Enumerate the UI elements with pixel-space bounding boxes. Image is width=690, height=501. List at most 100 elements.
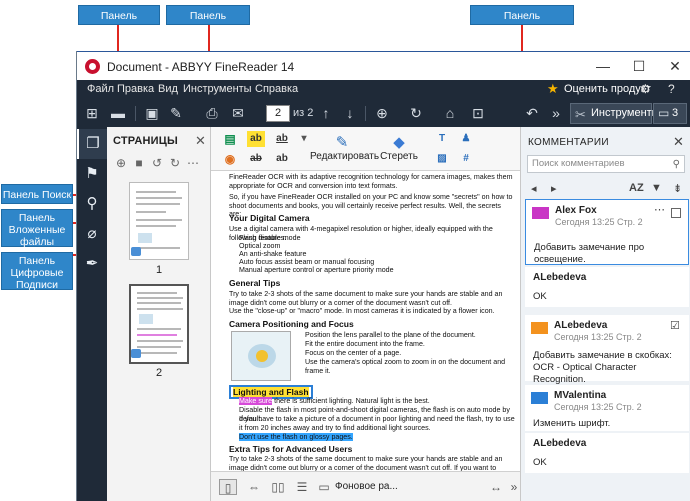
comment-card[interactable]: ALebedeva Сегодня 13:25 Стр. 2 ☑ Добавит… xyxy=(525,315,689,385)
bookmarks-panel-icon[interactable]: ⚑ xyxy=(77,159,107,189)
rate-product-link[interactable]: Оценить продукт xyxy=(564,83,651,95)
add-image-icon[interactable]: ▨ xyxy=(433,151,451,167)
fullscreen-icon[interactable]: ▭ xyxy=(315,479,333,495)
next-comment-icon[interactable]: ▸ xyxy=(551,182,557,195)
two-page-view-icon[interactable]: ▯▯ xyxy=(269,479,287,495)
signatures-panel-icon[interactable]: ✒ xyxy=(77,249,107,279)
edit-pencil-icon: ✎ xyxy=(335,134,349,151)
search-placeholder: Поиск комментариев xyxy=(532,158,625,169)
doc-bullet: Make sure there is sufficient lighting. … xyxy=(239,397,515,406)
comments-count: 3 xyxy=(672,107,679,119)
add-number-icon[interactable]: # xyxy=(457,151,475,167)
add-comment-icon[interactable]: ▤ xyxy=(221,131,239,147)
comment-card[interactable]: MValentina Сегодня 13:25 Стр. 2 Изменить… xyxy=(525,385,689,431)
add-page-panel-icon[interactable]: ⊕ xyxy=(113,155,129,171)
comment-author: ALebedeva xyxy=(554,320,608,331)
strikeout-icon[interactable]: ab xyxy=(247,151,265,167)
close-window-button[interactable]: ✕ xyxy=(662,56,688,76)
star-icon: ★ xyxy=(547,81,559,96)
doc-bullet: Manual aperture control or aperture prio… xyxy=(239,266,394,274)
menu-view[interactable]: Вид xyxy=(158,83,178,95)
page-number-input[interactable]: 2 xyxy=(266,105,290,122)
doc-paragraph: FineReader OCR with its adaptive recogni… xyxy=(229,173,513,190)
more-toolbar-icon[interactable]: » xyxy=(547,104,565,122)
recognize-icon[interactable]: ⌂ xyxy=(441,104,459,122)
page-count-label: из 2 xyxy=(293,107,314,119)
close-pages-panel-icon[interactable]: ✕ xyxy=(195,133,206,149)
bullet-text: there is sufficient lighting. Natural li… xyxy=(272,397,430,405)
title-bar: Document - ABBYY FineReader 14 — ☐ ✕ xyxy=(77,51,690,80)
underline-icon[interactable]: ab xyxy=(273,131,291,147)
insert-text-icon[interactable]: ab xyxy=(273,151,291,167)
comment-more-icon[interactable]: ⋯ xyxy=(654,203,665,216)
next-page-icon[interactable]: ↓ xyxy=(341,104,359,122)
compare-icon[interactable]: ⊡ xyxy=(469,104,487,122)
save-icon[interactable]: ▣ xyxy=(143,104,161,122)
fit-width-icon[interactable]: ⇔ xyxy=(245,479,263,495)
attachments-panel-icon[interactable]: ⌀ xyxy=(77,219,107,249)
maximize-button[interactable]: ☐ xyxy=(626,56,652,76)
open-folder-icon[interactable]: ▬ xyxy=(109,104,127,122)
pages-panel-icon[interactable]: ❐ xyxy=(77,129,107,159)
doc-bullet: Use the camera's optical zoom to zoom in… xyxy=(305,358,506,375)
comment-text: Добавить замечание в скобках: OCR - Opti… xyxy=(533,350,672,385)
comment-bubble-icon: ▭ xyxy=(658,106,670,120)
doc-bullet: Fit the entire document into the frame. xyxy=(305,340,425,348)
previous-comment-icon[interactable]: ◂ xyxy=(531,182,537,195)
edit-button[interactable]: ✎ Редактировать xyxy=(310,133,379,169)
highlight-icon[interactable]: ab xyxy=(247,131,265,147)
print-icon[interactable]: ⎙ xyxy=(203,104,221,122)
filter-icon[interactable]: ▼ xyxy=(651,182,662,194)
menu-help[interactable]: Справка xyxy=(255,83,298,95)
tools-button[interactable]: ✂ Инструменты xyxy=(570,103,660,124)
single-page-view-icon[interactable]: ▯ xyxy=(219,479,237,495)
comment-checkbox[interactable] xyxy=(671,208,681,218)
settings-gear-icon[interactable]: ⚙ xyxy=(640,82,651,96)
minimize-button[interactable]: — xyxy=(590,56,616,76)
help-question-icon[interactable]: ? xyxy=(668,82,675,96)
comments-panel-title: КОММЕНТАРИИ xyxy=(528,137,609,148)
delete-page-icon[interactable]: ■ xyxy=(131,155,147,171)
scroll-view-icon[interactable]: ☰ xyxy=(293,479,311,495)
zoom-width-icon[interactable]: ↔ xyxy=(487,479,505,495)
comment-reply[interactable]: ALebedeva OK xyxy=(525,267,689,307)
email-icon[interactable]: ✉ xyxy=(229,104,247,122)
comment-marker-icon xyxy=(131,349,141,358)
add-signature-icon[interactable]: ♟ xyxy=(457,131,475,147)
stamp-icon[interactable]: ◉ xyxy=(221,151,239,167)
save-as-icon[interactable]: ✎ xyxy=(167,104,185,122)
add-page-icon[interactable]: ⊕ xyxy=(373,104,391,122)
pages-panel-title: СТРАНИЦЫ xyxy=(113,135,178,147)
more-icon[interactable]: ⋯ xyxy=(185,155,201,171)
menu-tools[interactable]: Инструменты xyxy=(183,83,252,95)
menu-file[interactable]: Файл xyxy=(87,83,114,95)
comments-toggle-button[interactable]: ▭ 3 xyxy=(653,103,687,124)
sort-icon[interactable]: AZ xyxy=(629,182,644,194)
text-box-icon[interactable]: T xyxy=(433,131,451,147)
doc-heading: Extra Tips for Advanced Users xyxy=(229,444,353,454)
comment-text: Изменить шрифт. xyxy=(533,418,611,429)
rotate-icon[interactable]: ↻ xyxy=(407,104,425,122)
reply-text: OK xyxy=(533,457,547,468)
rotate-right-icon[interactable]: ↻ xyxy=(167,155,183,171)
comment-reply[interactable]: ALebedeva OK xyxy=(525,433,689,473)
doc-camera-image xyxy=(231,331,291,381)
menu-edit[interactable]: Правка xyxy=(117,83,154,95)
finereader-logo-icon xyxy=(85,59,100,74)
close-comments-panel-icon[interactable]: ✕ xyxy=(673,134,684,150)
previous-page-icon[interactable]: ↑ xyxy=(317,104,335,122)
rotate-left-icon[interactable]: ↺ xyxy=(149,155,165,171)
comments-search-input[interactable]: Поиск комментариев ⚲ xyxy=(527,155,685,173)
new-document-icon[interactable]: ⊞ xyxy=(83,104,101,122)
view-status-bar: ▯ ⇔ ▯▯ ☰ ▭ Фоновое ра... ↔ » xyxy=(211,471,520,501)
search-panel-icon[interactable]: ⚲ xyxy=(77,189,107,219)
document-view[interactable]: FineReader OCR with its adaptive recogni… xyxy=(211,171,520,471)
comment-resolved-checkbox[interactable]: ☑ xyxy=(670,319,680,332)
erase-button[interactable]: ◆ Стереть xyxy=(377,133,421,169)
doc-paragraph: Try to take 2-3 shots of the same docume… xyxy=(229,455,503,471)
collapse-all-icon[interactable]: ⇟ xyxy=(673,182,682,195)
undo-icon[interactable]: ↶ xyxy=(523,104,541,122)
reply-author: ALebedeva xyxy=(533,438,587,449)
eraser-icon: ◆ xyxy=(393,134,405,151)
comment-card[interactable]: Alex Fox Сегодня 13:25 Стр. 2 ⋯ Добавить… xyxy=(525,199,689,265)
